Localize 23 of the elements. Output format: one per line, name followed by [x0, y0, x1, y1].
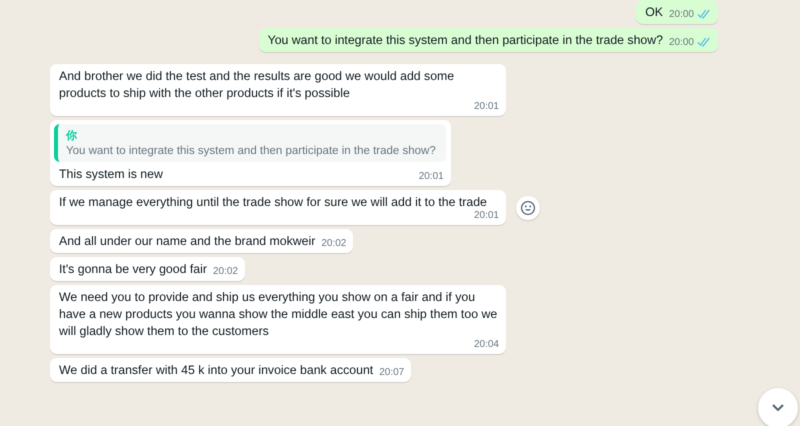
message-time: 20:02 — [321, 238, 346, 248]
message-text: We did a transfer with 45 k into your invoice bank account — [59, 362, 374, 379]
message-time: 20:01 — [474, 210, 499, 220]
message-text: And all under our name and the brand mokweir — [59, 233, 316, 250]
message-text: We need you to provide and ship us everything you show on a fair and if you have a new products you wanna show the middle east you can ship them too we will gladly show them to the customers — [59, 289, 498, 340]
message-time: 20:00 — [668, 8, 694, 20]
message-text: This system is new — [59, 166, 163, 183]
quote-author: 你 — [66, 129, 78, 143]
message-text: It's gonna be very good fair — [59, 261, 207, 278]
message-time: 20:07 — [379, 366, 404, 378]
message-time: 20:00 — [668, 36, 694, 48]
message-time: 20:04 — [474, 338, 499, 350]
message-text: If we manage everything until the trade show for sure we will add it to the trade — [59, 194, 487, 211]
message-text: And brother we did the test and the results are good we would add some products to ship with the other products if it's possible — [59, 68, 456, 102]
message-text: OK — [645, 4, 663, 21]
message-time: 20:01 — [418, 170, 444, 182]
message-text: You want to integrate this system and then participate in the trade show? — [268, 32, 663, 49]
emoji-reaction-button[interactable] — [516, 196, 540, 220]
message-time: 20:02 — [212, 266, 238, 276]
smiley-icon — [520, 200, 536, 216]
quote-text: You want to integrate this system and then participate in the trade show? — [66, 145, 436, 157]
message-time: 20:01 — [474, 100, 499, 112]
quoted-message[interactable]: 你 You want to integrate this system and then participate in the trade show? — [54, 124, 446, 162]
